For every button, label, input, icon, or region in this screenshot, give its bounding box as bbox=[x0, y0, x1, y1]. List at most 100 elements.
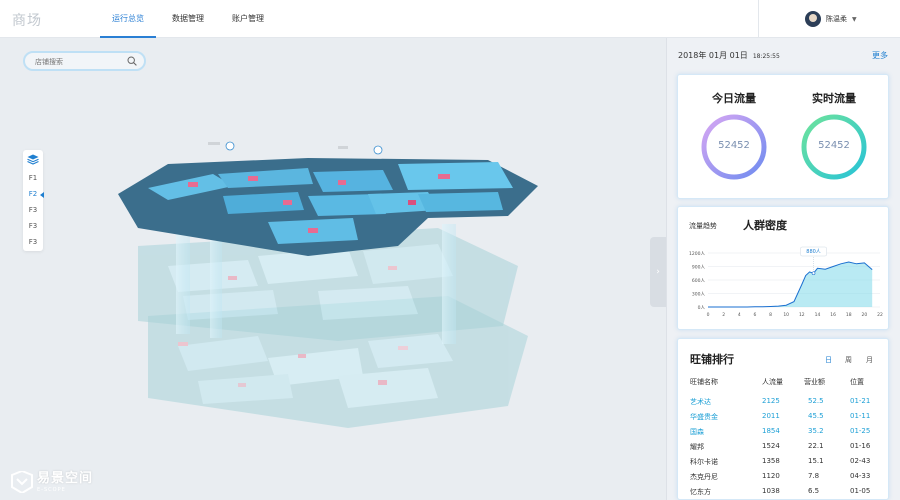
realtime-flow-value: 52452 bbox=[818, 140, 850, 151]
brand-mark-icon bbox=[11, 471, 33, 493]
floor-f3-b[interactable]: F3 bbox=[23, 219, 43, 233]
table-row[interactable]: 杰克丹尼 1120 7.8 04-33 bbox=[678, 472, 890, 487]
x-tick-label: 4 bbox=[738, 312, 741, 318]
cell-location: 01-16 bbox=[850, 442, 871, 450]
app-logo: 商场 bbox=[12, 13, 42, 29]
col-header-location: 位置 bbox=[850, 378, 864, 386]
cell-traffic: 2011 bbox=[762, 412, 780, 420]
table-row[interactable]: 耀邦 1524 22.1 01-16 bbox=[678, 442, 890, 457]
col-header-traffic: 人流量 bbox=[762, 378, 783, 386]
floor-f1[interactable]: F1 bbox=[23, 171, 43, 185]
camera-icon bbox=[208, 142, 220, 145]
cell-name: 杰克丹尼 bbox=[690, 473, 718, 481]
cell-revenue: 7.8 bbox=[808, 472, 820, 480]
store-search bbox=[23, 51, 146, 71]
x-tick-label: 6 bbox=[753, 312, 756, 318]
shop-sign bbox=[338, 180, 346, 185]
col-header-name: 旺铺名称 bbox=[690, 378, 718, 386]
mall-3d-map[interactable] bbox=[108, 136, 548, 434]
user-name: 陈温柔 bbox=[826, 15, 847, 23]
table-row[interactable]: 华盛贵金 2011 45.5 01-11 bbox=[678, 412, 890, 427]
ranking-title: 旺铺排行 bbox=[690, 353, 734, 366]
cell-location: 01-05 bbox=[850, 487, 871, 495]
user-menu[interactable]: 陈温柔 ▼ bbox=[758, 0, 900, 38]
x-tick-label: 14 bbox=[815, 312, 821, 318]
table-row[interactable]: 艺术达 2125 52.5 01-21 bbox=[678, 397, 890, 412]
shop-sign bbox=[283, 200, 292, 205]
x-tick-label: 10 bbox=[783, 312, 789, 318]
table-row[interactable]: 国森 1854 35.2 01-25 bbox=[678, 427, 890, 442]
ranking-card: 旺铺排行 日 周 月 旺铺名称 人流量 营业额 位置 艺术达 2125 52.5 01… bbox=[677, 338, 889, 500]
nav-account-management[interactable]: 账户管理 bbox=[220, 0, 276, 38]
shop-sign bbox=[248, 176, 258, 181]
floor-f3-a[interactable]: F3 bbox=[23, 203, 43, 217]
current-date: 2018年 01月 01日 bbox=[678, 51, 748, 60]
current-time: 18:25:55 bbox=[752, 53, 780, 60]
top-bar: 商场 运行总览 数据管理 账户管理 陈温柔 ▼ bbox=[0, 0, 900, 38]
brand-subtitle: E-SCOPE bbox=[37, 487, 66, 493]
main-nav: 运行总览 数据管理 账户管理 bbox=[100, 0, 280, 38]
x-tick-label: 18 bbox=[846, 312, 852, 318]
floor-f2-label: F2 bbox=[28, 190, 38, 198]
cell-traffic: 2125 bbox=[762, 397, 780, 405]
cell-revenue: 22.1 bbox=[808, 442, 824, 450]
camera-marker-icon[interactable] bbox=[373, 145, 383, 155]
shop-sign bbox=[308, 228, 318, 233]
realtime-flow-label: 实时流量 bbox=[812, 92, 856, 105]
period-month-tab[interactable]: 月 bbox=[866, 355, 873, 365]
cell-revenue: 15.1 bbox=[808, 457, 824, 465]
y-tick-label: 300人 bbox=[692, 292, 706, 298]
cell-location: 01-11 bbox=[850, 412, 871, 420]
tooltip-point bbox=[811, 271, 816, 276]
chevron-down-icon: ▼ bbox=[852, 15, 857, 23]
trend-chart: 0人 300人 600人 900人 1200人 0 2 4 6 8 10 12 14 16 18 20 22 88… bbox=[689, 246, 883, 318]
x-tick-label: 12 bbox=[799, 312, 805, 318]
x-tick-label: 0 bbox=[707, 312, 710, 318]
map-area: F1 F2 F3 F3 F3 bbox=[0, 38, 666, 500]
more-link[interactable]: 更多 bbox=[872, 50, 888, 61]
flow-card: 今日流量 实时流量 52452 52452 bbox=[677, 74, 889, 199]
cell-name: 耀邦 bbox=[690, 443, 704, 451]
cell-revenue: 6.5 bbox=[808, 487, 820, 495]
layers-icon[interactable] bbox=[27, 154, 39, 165]
x-tick-label: 2 bbox=[722, 312, 725, 318]
shop-sign bbox=[188, 182, 198, 187]
nav-data-management[interactable]: 数据管理 bbox=[160, 0, 216, 38]
cell-location: 04-33 bbox=[850, 472, 871, 480]
y-tick-label: 0人 bbox=[698, 305, 706, 311]
period-day-tab[interactable]: 日 bbox=[825, 355, 832, 365]
cell-location: 02-43 bbox=[850, 457, 871, 465]
col-header-revenue: 营业额 bbox=[804, 378, 825, 386]
cell-traffic: 1854 bbox=[762, 427, 780, 435]
cell-name: 艺术达 bbox=[690, 398, 711, 406]
brand-name: 易景空间 bbox=[37, 471, 94, 486]
trend-label: 流量趋势 bbox=[689, 222, 717, 230]
cell-name: 忆东方 bbox=[690, 488, 711, 496]
floor-f2[interactable]: F2 bbox=[23, 187, 44, 201]
cell-name: 华盛贵金 bbox=[690, 413, 718, 421]
cell-traffic: 1038 bbox=[762, 487, 780, 495]
table-row[interactable]: 科尔卡诺 1358 15.1 02-43 bbox=[678, 457, 890, 472]
elevator-pillar bbox=[210, 228, 222, 338]
collapse-panel-button[interactable]: › bbox=[650, 237, 666, 307]
nav-overview[interactable]: 运行总览 bbox=[100, 0, 156, 38]
y-tick-label: 1200人 bbox=[689, 251, 705, 257]
shop-sign bbox=[438, 174, 450, 179]
floor-f3-c[interactable]: F3 bbox=[23, 235, 43, 249]
search-icon[interactable] bbox=[127, 56, 137, 66]
y-tick-label: 900人 bbox=[692, 265, 706, 271]
cell-location: 01-25 bbox=[850, 427, 871, 435]
camera-marker-icon[interactable] bbox=[225, 141, 235, 151]
cell-name: 科尔卡诺 bbox=[690, 458, 718, 466]
avatar bbox=[805, 11, 821, 27]
x-tick-label: 8 bbox=[769, 312, 772, 318]
shop-sign bbox=[408, 200, 416, 205]
period-week-tab[interactable]: 周 bbox=[845, 355, 852, 365]
cell-traffic: 1120 bbox=[762, 472, 780, 480]
search-input[interactable] bbox=[35, 55, 130, 68]
area-fill bbox=[708, 262, 873, 307]
table-row[interactable]: 忆东方 1038 6.5 01-05 bbox=[678, 487, 890, 500]
current-datetime: 2018年 01月 01日 18:25:55 bbox=[678, 50, 780, 61]
today-flow-label: 今日流量 bbox=[712, 92, 756, 105]
cell-location: 01-21 bbox=[850, 397, 871, 405]
